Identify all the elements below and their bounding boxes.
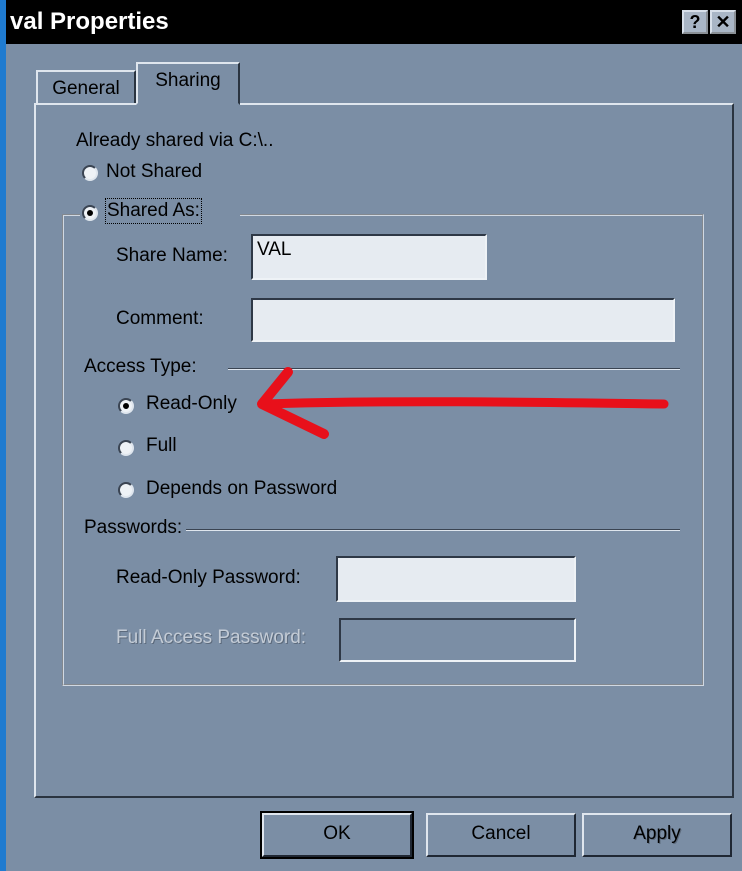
cancel-button[interactable]: Cancel (426, 813, 576, 857)
tab-sharing-label: Sharing (155, 70, 221, 91)
properties-dialog: val Properties ? ✕ General Sharing Alrea… (6, 0, 742, 871)
tab-sharing[interactable]: Sharing (136, 62, 240, 105)
ok-button[interactable]: OK (260, 811, 414, 859)
red-arrow-annotation (257, 367, 669, 439)
apply-button[interactable]: Apply (582, 813, 732, 857)
